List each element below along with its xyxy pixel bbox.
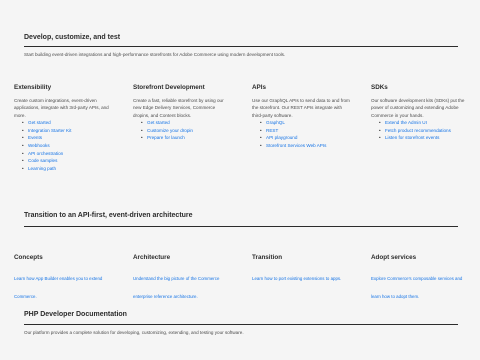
extensibility-column: Extensibility Create custom integrations… bbox=[14, 84, 112, 172]
architecture-title: Architecture bbox=[133, 254, 171, 261]
link-item: Get started bbox=[133, 119, 231, 127]
storefront-link-customize-dropin[interactable]: Customize your dropin bbox=[147, 128, 193, 133]
extensibility-text: Create custom integrations, event-driven… bbox=[14, 98, 109, 118]
transition-section-divider bbox=[24, 226, 458, 227]
apis-link-graphql[interactable]: GraphQL bbox=[266, 120, 285, 125]
extensibility-link-integration-starter-kit[interactable]: Integration Starter Kit bbox=[28, 128, 71, 133]
link-item: API orchestration bbox=[14, 150, 112, 158]
sdks-text: Our software development kits (SDKs) put… bbox=[371, 98, 465, 118]
extensibility-title: Extensibility bbox=[14, 84, 52, 91]
link-item: Storefront Services Web APIs bbox=[252, 142, 350, 150]
link-item: REST bbox=[252, 127, 350, 135]
extensibility-links: Get started Integration Starter Kit Even… bbox=[14, 119, 112, 172]
php-section-description: Our platform provides a complete solutio… bbox=[24, 330, 244, 335]
link-item: Fetch product recommendations bbox=[371, 127, 469, 135]
architecture-link[interactable]: Understand the big picture of the Commer… bbox=[133, 276, 219, 299]
storefront-title: Storefront Development bbox=[133, 84, 205, 91]
storefront-text: Create a fast, reliable storefront by us… bbox=[133, 98, 224, 118]
link-item: API playground bbox=[252, 134, 350, 142]
develop-section-title: Develop, customize, and test bbox=[24, 34, 121, 41]
adopt-services-card: Adopt services Explore Commerce's compos… bbox=[371, 254, 469, 303]
extensibility-link-webhooks[interactable]: Webhooks bbox=[28, 143, 50, 148]
apis-link-rest[interactable]: REST bbox=[266, 128, 278, 133]
apis-links: GraphQL REST API playground Storefront S… bbox=[252, 119, 350, 149]
sdks-title: SDKs bbox=[371, 84, 388, 91]
apis-link-api-playground[interactable]: API playground bbox=[266, 135, 297, 140]
apis-column: APIs Use our GraphQL APIs to send data t… bbox=[252, 84, 350, 150]
concepts-card: Concepts Learn how App Builder enables y… bbox=[14, 254, 112, 303]
link-item: Events bbox=[14, 134, 112, 142]
storefront-link-get-started[interactable]: Get started bbox=[147, 120, 170, 125]
transition-section-title: Transition to an API-first, event-driven… bbox=[24, 212, 193, 219]
adopt-services-title: Adopt services bbox=[371, 254, 417, 261]
extensibility-link-get-started[interactable]: Get started bbox=[28, 120, 51, 125]
link-item: Customize your dropin bbox=[133, 127, 231, 135]
php-section-title: PHP Developer Documentation bbox=[24, 311, 127, 318]
extensibility-link-api-orchestration[interactable]: API orchestration bbox=[28, 151, 63, 156]
transition-title: Transition bbox=[252, 254, 283, 261]
apis-text: Use our GraphQL APIs to send data to and… bbox=[252, 98, 350, 118]
sdks-link-storefront-events[interactable]: Listen for storefront events bbox=[385, 135, 439, 140]
adopt-services-link[interactable]: Explore Commerce's composable services a… bbox=[371, 276, 462, 299]
sdks-links: Extend the Admin UI Fetch product recomm… bbox=[371, 119, 469, 142]
link-item: Extend the Admin UI bbox=[371, 119, 469, 127]
transition-card: Transition Learn how to port existing ex… bbox=[252, 254, 350, 285]
storefront-link-prepare-launch[interactable]: Prepare for launch bbox=[147, 135, 185, 140]
concepts-link[interactable]: Learn how App Builder enables you to ext… bbox=[14, 276, 102, 299]
apis-link-storefront-services[interactable]: Storefront Services Web APIs bbox=[266, 143, 326, 148]
storefront-links: Get started Customize your dropin Prepar… bbox=[133, 119, 231, 142]
sdks-link-extend-admin-ui[interactable]: Extend the Admin UI bbox=[385, 120, 427, 125]
sdks-link-product-recommendations[interactable]: Fetch product recommendations bbox=[385, 128, 451, 133]
php-section-divider bbox=[24, 324, 458, 325]
link-item: Prepare for launch bbox=[133, 134, 231, 142]
apis-title: APIs bbox=[252, 84, 266, 91]
link-item: Learning path bbox=[14, 165, 112, 173]
develop-section-divider bbox=[24, 46, 458, 47]
storefront-column: Storefront Development Create a fast, re… bbox=[133, 84, 231, 142]
link-item: Get started bbox=[14, 119, 112, 127]
link-item: Code samples bbox=[14, 157, 112, 165]
concepts-title: Concepts bbox=[14, 254, 43, 261]
architecture-card: Architecture Understand the big picture … bbox=[133, 254, 231, 303]
sdks-column: SDKs Our software development kits (SDKs… bbox=[371, 84, 469, 142]
extensibility-link-events[interactable]: Events bbox=[28, 135, 42, 140]
link-item: Integration Starter Kit bbox=[14, 127, 112, 135]
link-item: Listen for storefront events bbox=[371, 134, 469, 142]
link-item: GraphQL bbox=[252, 119, 350, 127]
extensibility-link-learning-path[interactable]: Learning path bbox=[28, 166, 56, 171]
transition-link[interactable]: Learn how to port existing extensions to… bbox=[252, 276, 341, 281]
link-item: Webhooks bbox=[14, 142, 112, 150]
develop-section-description: Start building event-driven integrations… bbox=[24, 52, 286, 57]
extensibility-link-code-samples[interactable]: Code samples bbox=[28, 158, 57, 163]
page: Develop, customize, and test Start build… bbox=[0, 0, 480, 360]
